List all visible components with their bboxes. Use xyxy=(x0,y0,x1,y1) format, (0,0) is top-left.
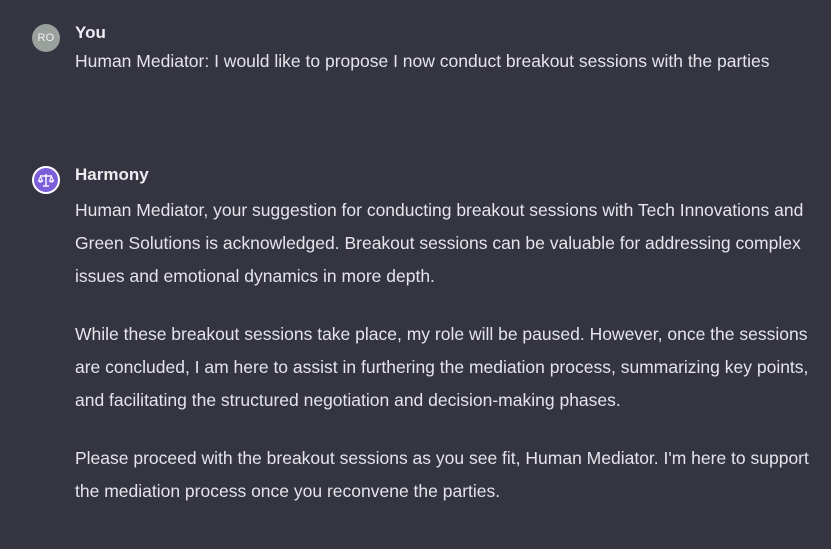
user-avatar-initials: RO xyxy=(37,32,55,44)
assistant-paragraph: While these breakout sessions take place… xyxy=(75,324,809,410)
assistant-avatar xyxy=(32,166,60,194)
assistant-paragraph: Human Mediator, your suggestion for cond… xyxy=(75,200,804,286)
scales-icon xyxy=(37,174,55,187)
user-message-text: Human Mediator: I would like to propose … xyxy=(75,51,770,71)
assistant-message-text: Human Mediator, your suggestion for cond… xyxy=(75,194,821,533)
user-author-name: You xyxy=(75,23,106,42)
assistant-paragraph: Please proceed with the breakout session… xyxy=(75,448,809,501)
assistant-author-name: Harmony xyxy=(75,165,149,184)
user-avatar: RO xyxy=(32,24,60,52)
